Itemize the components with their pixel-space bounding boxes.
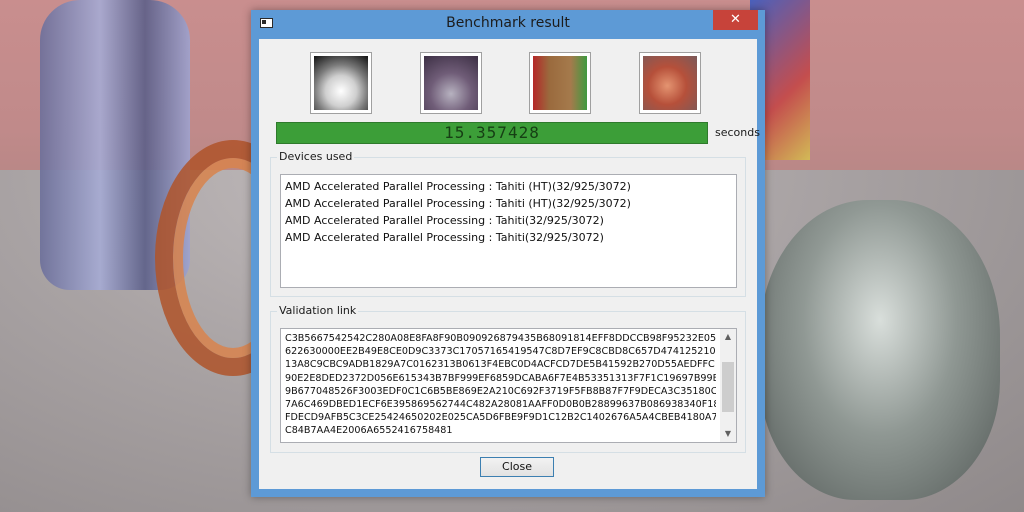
validation-link-label: Validation link <box>277 304 359 317</box>
close-icon: ✕ <box>730 12 741 27</box>
scroll-up-icon[interactable]: ▲ <box>720 329 736 345</box>
time-unit-label: seconds <box>715 126 760 139</box>
devices-used-group: Devices used AMD Accelerated Parallel Pr… <box>270 150 746 297</box>
scrollbar-thumb[interactable] <box>722 362 734 412</box>
background-glass-object <box>760 200 1000 500</box>
title-bar[interactable]: Benchmark result ✕ <box>251 10 765 38</box>
devices-list[interactable]: AMD Accelerated Parallel Processing : Ta… <box>280 174 737 288</box>
validation-line: C84B7AA4E2006A6552416758481 <box>285 425 453 437</box>
scene-image-icon <box>424 56 478 110</box>
close-button[interactable]: Close <box>480 457 554 477</box>
devices-used-label: Devices used <box>277 150 355 163</box>
validation-line: FDECD9AFB5C3CE25424650202E025CA5D6FBE9F9… <box>285 412 716 424</box>
scene-thumbnail-2 <box>420 52 482 114</box>
scene-thumbnail-4 <box>639 52 701 114</box>
validation-line: 9B677048526F3003EDF0C1C6B5BE869E2A210C69… <box>285 385 716 397</box>
scene-thumbnail-1 <box>310 52 372 114</box>
benchmark-result-dialog: Benchmark result ✕ 15.357428 seconds Dev… <box>251 10 765 497</box>
benchmark-time-display: 15.357428 <box>276 122 708 144</box>
device-list-item[interactable]: AMD Accelerated Parallel Processing : Ta… <box>285 229 732 246</box>
scene-thumbnail-3 <box>529 52 591 114</box>
scene-image-icon <box>533 56 587 110</box>
validation-line: C3B5667542542C280A08E8FA8F90B09092687943… <box>285 333 716 344</box>
scroll-down-icon[interactable]: ▼ <box>720 426 736 442</box>
device-list-item[interactable]: AMD Accelerated Parallel Processing : Ta… <box>285 195 732 212</box>
validation-line: 90E2E8DED2372D056E615343B7BF999EF6859DCA… <box>285 372 716 384</box>
device-list-item[interactable]: AMD Accelerated Parallel Processing : Ta… <box>285 178 732 195</box>
dialog-client-area: 15.357428 seconds Devices used AMD Accel… <box>259 39 760 489</box>
validation-link-group: Validation link C3B5667542542C280A08E8FA… <box>270 304 746 453</box>
scene-image-icon <box>314 56 368 110</box>
validation-link-textbox[interactable]: C3B5667542542C280A08E8FA8F90B09092687943… <box>280 328 737 443</box>
window-title: Benchmark result <box>446 15 570 31</box>
validation-line: 13A8C9CBC9ADB1829A7C0162313B0613F4EBC0D4… <box>285 359 715 371</box>
device-list-item[interactable]: AMD Accelerated Parallel Processing : Ta… <box>285 212 732 229</box>
validation-scrollbar[interactable]: ▲ ▼ <box>720 329 736 442</box>
validation-line: 622630000EE2B49E8CE0D9C3373C170571654195… <box>285 346 716 358</box>
validation-line: 7A6C469DBED1ECF6E395869562744C482A28081A… <box>285 399 716 411</box>
close-window-button[interactable]: ✕ <box>713 10 758 30</box>
scene-image-icon <box>643 56 697 110</box>
